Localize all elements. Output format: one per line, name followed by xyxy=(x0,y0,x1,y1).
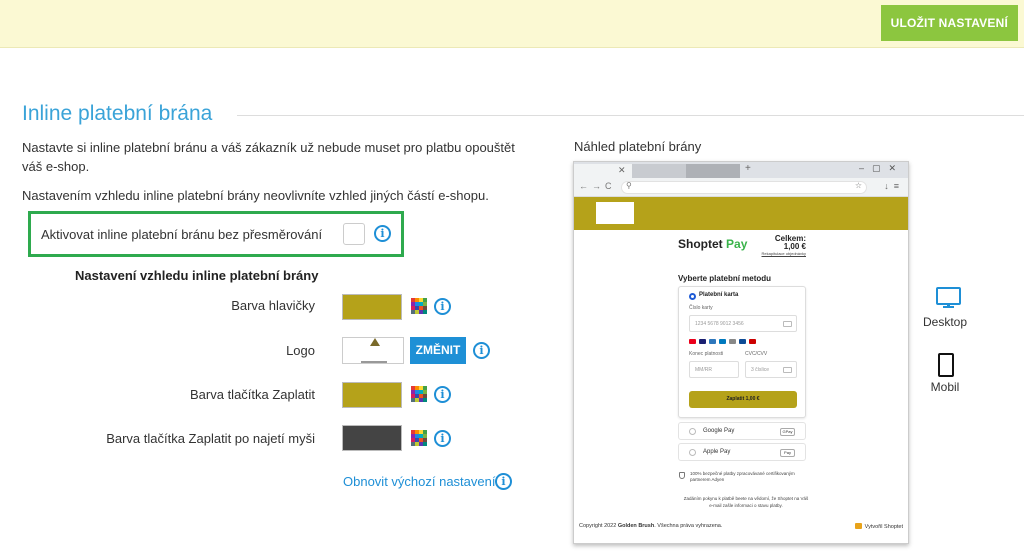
browser-tab-strip: ✕ + –▢✕ xyxy=(574,162,908,178)
color-palette-icon[interactable] xyxy=(411,430,427,446)
intro-text: Nastavte si inline platební bránu a váš … xyxy=(22,140,515,174)
card-radio xyxy=(689,293,696,300)
logo-info-icon[interactable]: i xyxy=(473,342,490,359)
activate-info-icon[interactable]: i xyxy=(374,225,391,242)
section-title: Inline platební brána xyxy=(22,102,213,125)
diners-icon xyxy=(719,339,726,344)
browser-tab: ✕ xyxy=(574,164,632,178)
pay-color-info-icon[interactable]: i xyxy=(434,386,451,403)
header-color-label: Barva hlavičky xyxy=(231,298,315,313)
card-number-field: 1234 5678 9012 3456 xyxy=(689,315,797,332)
card-icon xyxy=(783,321,792,327)
card-number-label: Číslo karty xyxy=(689,305,713,311)
browser-tab xyxy=(686,164,740,178)
browser-tab xyxy=(632,164,686,178)
choose-method-heading: Vyberte platební metodu xyxy=(678,274,772,283)
preview-pay-button: Zaplatit 1,00 € xyxy=(689,391,797,408)
cvc-field: 3 číslice xyxy=(745,361,797,378)
desktop-label: Desktop xyxy=(922,315,968,329)
preview-logo xyxy=(596,202,634,224)
mastercard-icon xyxy=(689,339,696,344)
cvc-label: CVC/CVV xyxy=(745,351,768,357)
apple-pay-option: Apple Pay Pay xyxy=(678,443,806,461)
close-icon: ✕ xyxy=(618,165,626,175)
search-icon: ⚲ xyxy=(626,181,632,190)
card-brand-icon xyxy=(729,339,736,344)
card-brands xyxy=(689,339,756,344)
activate-label: Aktivovat inline platební bránu bez přes… xyxy=(41,227,323,242)
save-settings-button[interactable]: ULOŽIT NASTAVENÍ xyxy=(880,5,1018,41)
activate-checkbox[interactable] xyxy=(343,223,365,245)
logo-preview xyxy=(342,337,404,364)
card-payment-box: Platební karta Číslo karty 1234 5678 901… xyxy=(678,286,806,418)
reset-defaults-link[interactable]: Obnovit výchozí nastavení xyxy=(343,474,495,489)
shield-icon xyxy=(679,472,685,479)
preview-title: Náhled platební brány xyxy=(574,139,702,154)
logo-label: Logo xyxy=(286,343,315,358)
color-palette-icon[interactable] xyxy=(411,298,427,314)
visa-icon xyxy=(699,339,706,344)
jcb-icon xyxy=(739,339,746,344)
header-color-swatch[interactable] xyxy=(342,294,402,320)
card-icon xyxy=(783,367,792,373)
plus-icon: + xyxy=(745,163,751,174)
intro-note: Nastavením vzhledu inline platební brány… xyxy=(22,188,489,203)
browser-url-bar: ⚲ ☆ xyxy=(621,181,867,194)
change-logo-button[interactable]: ZMĚNIT xyxy=(410,337,466,364)
mobile-label: Mobil xyxy=(930,380,960,394)
mobile-view-toggle[interactable]: Mobil xyxy=(915,353,975,397)
phone-icon xyxy=(938,353,954,377)
pay-hover-color-swatch[interactable] xyxy=(342,425,402,451)
preview-header xyxy=(574,197,908,230)
star-icon: ☆ xyxy=(854,181,862,190)
made-by-shoptet: Vytvořil Shoptet xyxy=(854,523,903,530)
reset-info-icon[interactable]: i xyxy=(495,473,512,490)
google-pay-icon: GPay xyxy=(780,428,795,436)
google-pay-option: Google Pay GPay xyxy=(678,422,806,440)
shoptet-pay-brand: Shoptet Pay xyxy=(678,237,748,251)
browser-tools-icon: ↓≡ xyxy=(884,181,904,191)
desktop-view-toggle[interactable]: Desktop xyxy=(915,287,975,331)
total-value: 1,00 € xyxy=(783,242,806,251)
pay-color-label: Barva tlačítka Zaplatit xyxy=(190,387,315,402)
secure-payment-text: 100% bezpečné platby zpracovávané certif… xyxy=(690,471,795,482)
payment-notice-text: Zadáním pokynu k platbě beete na vědomí,… xyxy=(683,496,809,508)
pay-color-swatch[interactable] xyxy=(342,382,402,408)
card-label: Platební karta xyxy=(699,292,739,298)
browser-nav-bar: ←→C ⚲ ☆ ↓≡ xyxy=(574,178,908,197)
maestro-icon xyxy=(749,339,756,344)
copyright-text: Copyright 2022 Golden Brush. Všechna prá… xyxy=(579,523,723,529)
recap-link: Rekapitulace objednávky xyxy=(761,251,806,256)
shoptet-logo-icon xyxy=(854,523,862,529)
color-palette-icon[interactable] xyxy=(411,386,427,402)
logo-image xyxy=(370,338,380,346)
monitor-icon xyxy=(936,287,961,305)
amex-icon xyxy=(709,339,716,344)
pay-hover-color-label: Barva tlačítka Zaplatit po najetí myši xyxy=(106,431,315,446)
header-color-info-icon[interactable]: i xyxy=(434,298,451,315)
apple-pay-icon: Pay xyxy=(780,449,795,457)
window-controls-icon: –▢✕ xyxy=(858,163,904,173)
expiry-label: Konec platnosti xyxy=(689,351,724,357)
pay-hover-color-info-icon[interactable]: i xyxy=(434,430,451,447)
activate-inline-gateway-row: Aktivovat inline platební bránu bez přes… xyxy=(28,211,404,257)
expiry-field: MM/RR xyxy=(689,361,739,378)
appearance-heading: Nastavení vzhledu inline platební brány xyxy=(75,268,319,283)
nav-arrows-icon: ←→C xyxy=(579,181,616,191)
top-bar: ULOŽIT NASTAVENÍ xyxy=(0,0,1024,48)
section-divider xyxy=(237,115,1024,116)
preview-browser: ✕ + –▢✕ ←→C ⚲ ☆ ↓≡ Shoptet Pay Celkem: 1… xyxy=(573,161,909,544)
